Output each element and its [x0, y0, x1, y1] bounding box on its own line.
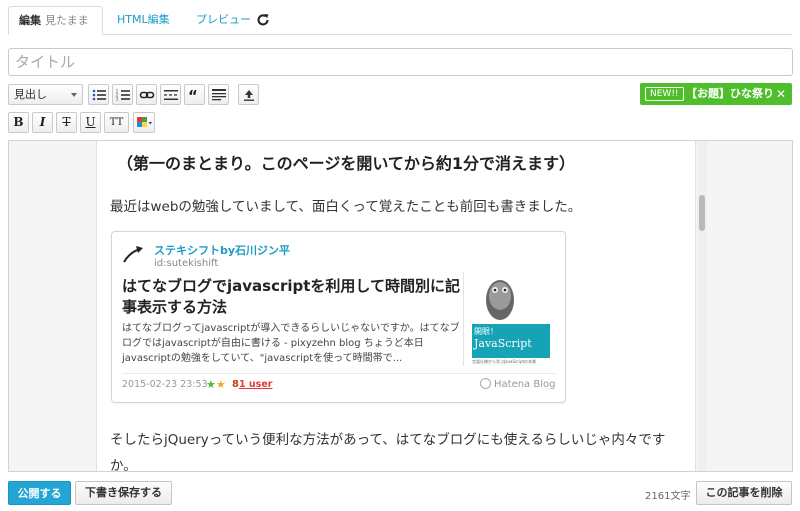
- color-palette-icon: [137, 117, 152, 127]
- card-blog-name[interactable]: ステキシフトby石川ジン平: [154, 242, 290, 258]
- tab-preview[interactable]: プレビュー: [196, 6, 251, 35]
- promo-text: 【お題】ひな祭り: [686, 87, 774, 100]
- editor-area[interactable]: （第一のまとまり。このページを開いてから約1分で消えます） 最近はwebの勉強し…: [8, 140, 793, 472]
- book-cover-thumbnail: 開眼！ JavaScript 言語仕様から学ぶJavaScriptの本質: [468, 274, 550, 364]
- save-draft-button[interactable]: 下書き保存する: [75, 481, 172, 505]
- svg-text:3: 3: [116, 97, 119, 103]
- scrollbar[interactable]: [697, 141, 707, 471]
- link-icon: [139, 91, 155, 99]
- card-title[interactable]: はてなブログでjavascriptを利用して時間別に記事表示する方法: [122, 276, 462, 318]
- card-blog-id: id:sutekishift: [154, 258, 219, 269]
- hatena-icon: [480, 378, 491, 389]
- card-footer-divider: [122, 373, 557, 374]
- quote-icon: “: [188, 87, 198, 103]
- bookmark-users-link[interactable]: 1 user: [239, 379, 272, 390]
- editor-tabs: 編集 見たまま HTML編集 プレビュー: [8, 6, 792, 35]
- card-date: 2015-02-23 23:53: [122, 379, 208, 390]
- tab-edit-sub: 見たまま: [45, 14, 89, 27]
- strikethrough-button[interactable]: T: [56, 112, 77, 133]
- numbered-list-button[interactable]: 1 2 3: [112, 84, 133, 105]
- table-of-contents-button[interactable]: [208, 84, 229, 105]
- heading-select-label: 見出し: [14, 88, 47, 101]
- tab-html-edit[interactable]: HTML編集: [117, 6, 170, 35]
- cover-title-en: JavaScript: [473, 337, 532, 350]
- star-count: 8: [232, 379, 239, 390]
- underline-button[interactable]: U: [80, 112, 101, 133]
- svg-text:“: “: [188, 87, 198, 103]
- tab-wysiwyg[interactable]: 編集 見たまま: [8, 6, 103, 35]
- character-count: 2161文字: [645, 491, 691, 502]
- card-divider: [463, 272, 464, 366]
- reload-icon[interactable]: [256, 13, 270, 27]
- arrow-icon: [123, 246, 143, 263]
- delete-post-button[interactable]: この記事を削除: [696, 481, 792, 505]
- upload-button[interactable]: [238, 84, 259, 105]
- bullet-list-icon: [92, 89, 106, 101]
- text-color-button[interactable]: [133, 112, 155, 133]
- content-heading: （第一のまとまり。このページを開いてから約1分で消えます）: [117, 154, 576, 173]
- tab-edit-label: 編集: [19, 14, 41, 27]
- content-paragraph: 最近はwebの勉強していまして、面白くって覚えたことも前回も書きました。: [110, 199, 582, 215]
- card-source: Hatena Blog: [494, 379, 556, 390]
- publish-button[interactable]: 公開する: [8, 481, 71, 505]
- star-icon[interactable]: ★★: [206, 378, 226, 391]
- link-button[interactable]: [136, 84, 157, 105]
- scrollbar-thumb[interactable]: [699, 195, 705, 231]
- blockquote-button[interactable]: “: [184, 84, 205, 105]
- title-input[interactable]: [8, 48, 793, 76]
- page-break-icon: [164, 90, 178, 100]
- heading-select[interactable]: 見出し: [8, 84, 83, 105]
- numbered-list-icon: 1 2 3: [116, 89, 130, 103]
- cover-title-jp: 開眼！: [474, 327, 498, 336]
- upload-icon: [244, 90, 254, 101]
- chevron-down-icon: [71, 93, 77, 97]
- new-badge: NEW!!: [645, 87, 684, 101]
- hatena-blog-logo: Hatena Blog: [480, 378, 555, 390]
- blog-card-embed[interactable]: ステキシフトby石川ジン平 id:sutekishift はてなブログでjava…: [111, 231, 566, 403]
- italic-button[interactable]: I: [32, 112, 53, 133]
- more-break-button[interactable]: [160, 84, 181, 105]
- promo-banner[interactable]: NEW!! 【お題】ひな祭り ✕: [640, 83, 792, 105]
- card-description: はてなブログってjavascriptが導入できるらしいじゃないですか。はてなブロ…: [122, 323, 460, 364]
- bullet-list-button[interactable]: [88, 84, 109, 105]
- editor-content[interactable]: （第一のまとまり。このページを開いてから約1分で消えます） 最近はwebの勉強し…: [96, 141, 696, 471]
- font-size-button[interactable]: TT: [104, 112, 129, 133]
- toc-icon: [212, 89, 226, 101]
- close-icon[interactable]: ✕: [776, 83, 786, 105]
- cover-subtitle: 言語仕様から学ぶJavaScriptの本質: [472, 358, 536, 364]
- bold-button[interactable]: B: [8, 112, 29, 133]
- content-paragraph: そしたらjQueryっていう便利な方法があって、はてなブログにも使えるらしいじゃ…: [110, 432, 666, 472]
